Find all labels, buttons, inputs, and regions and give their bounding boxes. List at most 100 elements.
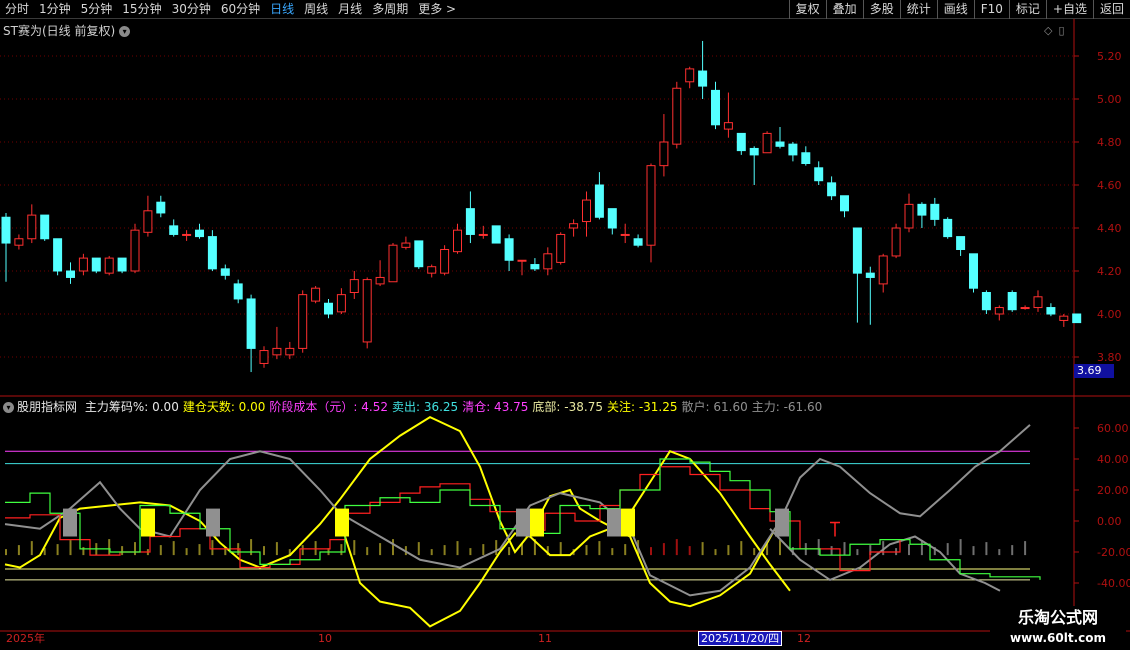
legend-item-8: 主力: -61.60 bbox=[751, 400, 823, 414]
candle bbox=[195, 223, 204, 239]
candle-body bbox=[272, 347, 282, 356]
price-tick-label: 3.80 bbox=[1097, 351, 1122, 364]
candle-body bbox=[117, 257, 127, 272]
signal-box bbox=[206, 508, 220, 537]
candle bbox=[259, 346, 269, 368]
candle-body bbox=[66, 270, 75, 278]
watermark-url: www.60lt.com bbox=[1009, 631, 1107, 645]
price-tick-label: 5.20 bbox=[1097, 50, 1122, 63]
candle bbox=[1059, 314, 1069, 327]
candle bbox=[272, 326, 282, 360]
candle bbox=[633, 234, 643, 248]
candle bbox=[943, 217, 953, 239]
candle-body bbox=[40, 214, 50, 240]
date-label-1: 10 bbox=[318, 632, 332, 645]
candle bbox=[375, 260, 385, 287]
candle-body bbox=[195, 229, 204, 238]
candle-body bbox=[994, 307, 1004, 315]
legend-item-6: 关注: -31.25 bbox=[606, 400, 678, 414]
kline-chart[interactable]: 5.20 5.00 4.80 4.60 4.40 4.20 4.00 3.80 60.00 40… bbox=[0, 0, 1130, 650]
candle bbox=[865, 266, 875, 325]
candle-body bbox=[814, 167, 824, 182]
candle bbox=[298, 290, 308, 353]
signal-box bbox=[775, 508, 789, 537]
candle bbox=[827, 176, 837, 201]
candle-body bbox=[672, 87, 682, 145]
candle-body bbox=[775, 141, 785, 147]
ind-tick-label: 0.00 bbox=[1097, 515, 1122, 528]
candle bbox=[233, 279, 243, 304]
candle bbox=[53, 238, 63, 276]
candle bbox=[143, 195, 153, 237]
candle-body bbox=[453, 229, 462, 253]
candle bbox=[465, 191, 475, 244]
candle bbox=[1046, 303, 1056, 317]
candle bbox=[659, 114, 669, 177]
yellow-curve bbox=[4, 416, 791, 592]
signal-box bbox=[63, 508, 77, 537]
candle bbox=[723, 92, 733, 138]
ind-tick-label: 40.00 bbox=[1097, 453, 1129, 466]
signal-box bbox=[141, 508, 155, 537]
candle bbox=[66, 262, 75, 284]
candle bbox=[349, 271, 359, 299]
candle-body bbox=[723, 122, 733, 130]
candle bbox=[749, 146, 759, 185]
candle bbox=[930, 197, 940, 226]
candle bbox=[814, 161, 824, 185]
candle bbox=[388, 243, 398, 283]
candle bbox=[582, 191, 591, 237]
signal-box bbox=[335, 508, 349, 537]
date-label-2: 11 bbox=[538, 632, 552, 645]
date-label-3: 2025/11/20/四 bbox=[698, 631, 783, 646]
candle-body bbox=[478, 233, 488, 236]
legend-item-2: 阶段成本（元）: 4.52 bbox=[269, 400, 388, 414]
candle bbox=[517, 259, 527, 276]
candle-body bbox=[91, 257, 101, 272]
candle bbox=[969, 253, 978, 293]
candle bbox=[620, 223, 630, 244]
candle bbox=[104, 255, 114, 276]
candle bbox=[1072, 313, 1082, 324]
candle bbox=[594, 172, 604, 220]
candle-body bbox=[904, 203, 914, 229]
candle bbox=[711, 81, 720, 130]
candle-body bbox=[930, 203, 940, 220]
candle-body bbox=[1059, 315, 1069, 321]
candle-body bbox=[491, 225, 501, 244]
candle-body bbox=[1046, 307, 1056, 315]
candle-body bbox=[891, 227, 901, 257]
candle-body bbox=[1020, 307, 1030, 310]
candle-body bbox=[362, 279, 372, 343]
candle bbox=[840, 195, 849, 218]
signal-box bbox=[530, 508, 544, 537]
candle bbox=[981, 290, 991, 314]
ind-tick-label: -40.00 bbox=[1097, 577, 1130, 590]
candle-body bbox=[556, 233, 566, 263]
candle-body bbox=[801, 152, 811, 164]
candle-body bbox=[1, 216, 11, 244]
signal-box bbox=[516, 508, 530, 537]
candle bbox=[646, 163, 656, 263]
price-tick-label: 4.40 bbox=[1097, 222, 1122, 235]
candle-body bbox=[311, 287, 321, 302]
chevron-down-icon[interactable]: ▾ bbox=[3, 402, 14, 413]
candle-body bbox=[1033, 296, 1043, 309]
candle bbox=[427, 264, 437, 278]
yellow-curve-lower bbox=[339, 520, 776, 628]
candle bbox=[1033, 290, 1043, 312]
candle bbox=[311, 286, 321, 304]
candle bbox=[182, 230, 192, 241]
candle bbox=[530, 258, 540, 271]
candle-body bbox=[1072, 313, 1082, 324]
candle-body bbox=[182, 233, 192, 236]
gray-curve-lower bbox=[769, 528, 1001, 592]
candle-body bbox=[788, 143, 798, 156]
candle bbox=[904, 193, 914, 233]
candle-body bbox=[969, 253, 978, 289]
candle bbox=[736, 132, 746, 155]
candle-body bbox=[530, 264, 540, 270]
legend-item-0: 主力筹码%: 0.00 bbox=[84, 400, 179, 414]
candle-body bbox=[414, 240, 424, 268]
candle-body bbox=[607, 208, 617, 229]
